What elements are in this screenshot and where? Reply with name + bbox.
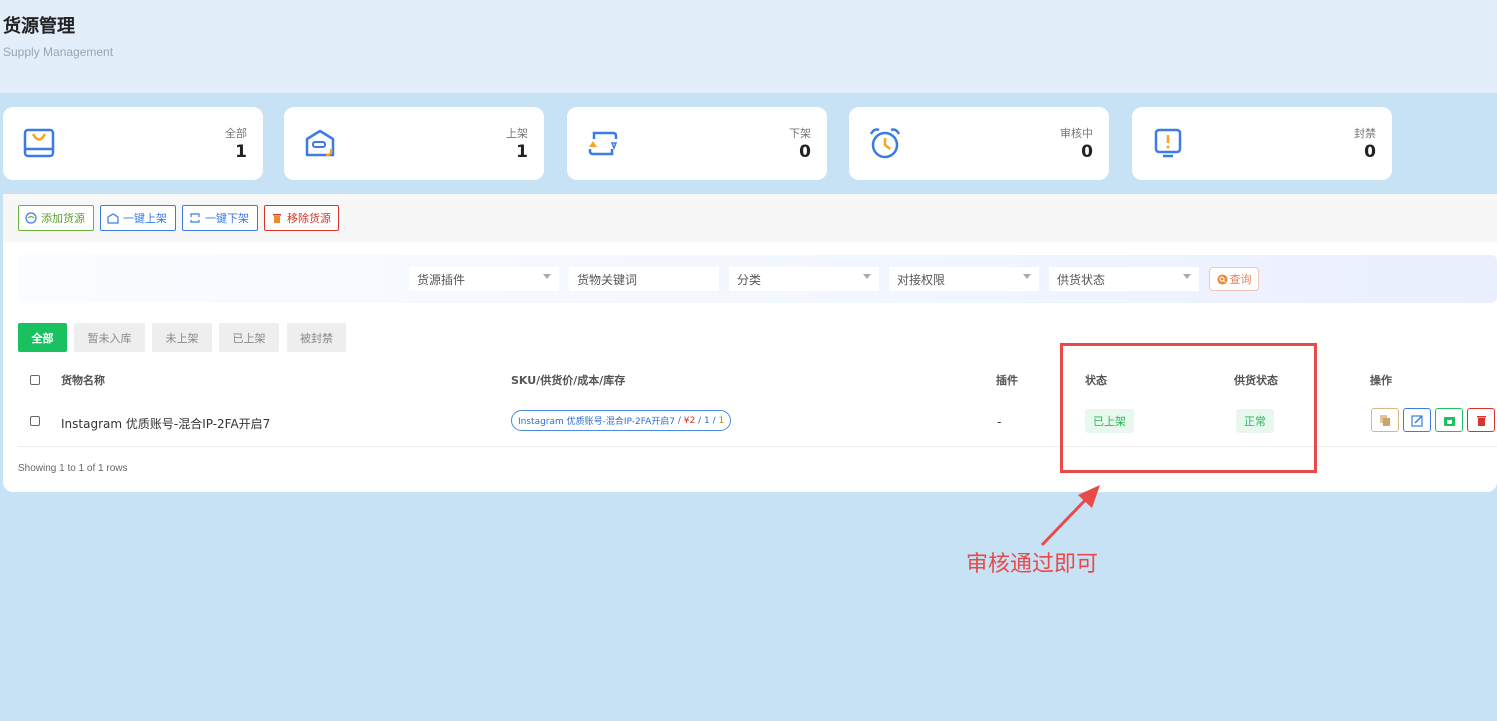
stat-value: 0 xyxy=(1364,142,1376,162)
tab-banned[interactable]: 被封禁 xyxy=(287,323,346,352)
column-header-name: 货物名称 xyxy=(61,374,105,387)
sku-separator: / xyxy=(709,415,719,426)
bag-icon xyxy=(23,128,55,158)
page-header: 货源管理 Supply Management xyxy=(0,0,1497,93)
edit-button[interactable] xyxy=(1403,408,1431,432)
copy-icon xyxy=(1379,414,1390,426)
column-header-actions: 操作 xyxy=(1370,374,1392,387)
chevron-down-icon xyxy=(1023,274,1031,279)
trash-icon xyxy=(1476,415,1486,426)
plugin-value: - xyxy=(997,415,1002,429)
sku-separator: / xyxy=(675,415,684,426)
remove-supply-button[interactable]: 移除货源 xyxy=(264,205,339,231)
stat-label: 封禁 xyxy=(1354,127,1376,140)
search-icon xyxy=(1216,273,1228,285)
list-all-label: 一键上架 xyxy=(123,212,167,225)
sku-price: ¥2 xyxy=(683,415,696,426)
list-all-button[interactable]: 一键上架 xyxy=(100,205,176,231)
trash-icon xyxy=(273,214,281,223)
query-label: 查询 xyxy=(1229,273,1252,286)
add-supply-button[interactable]: 添加货源 xyxy=(18,205,94,231)
plugin-select[interactable]: 货源插件 xyxy=(409,267,559,291)
stat-card-reviewing[interactable]: 审核中 0 xyxy=(849,107,1109,180)
globe-icon xyxy=(25,212,37,224)
stat-card-banned[interactable]: 封禁 0 xyxy=(1132,107,1392,180)
stat-value: 0 xyxy=(1081,142,1093,162)
plugin-select-text: 货源插件 xyxy=(417,272,466,287)
box-up-icon xyxy=(305,129,335,157)
edit-icon xyxy=(1410,414,1423,427)
refresh-down-icon xyxy=(588,131,618,156)
chevron-down-icon xyxy=(1183,274,1191,279)
delist-all-button[interactable]: 一键下架 xyxy=(182,205,258,231)
annotation-highlight-box xyxy=(1060,343,1317,473)
box-up-icon xyxy=(107,213,119,224)
permission-select-text: 对接权限 xyxy=(897,272,946,287)
chevron-down-icon xyxy=(543,274,551,279)
query-button[interactable]: 查询 xyxy=(1209,267,1259,291)
stat-value: 1 xyxy=(235,142,247,162)
alert-square-icon xyxy=(1154,128,1182,158)
stat-card-delisted[interactable]: 下架 0 xyxy=(567,107,827,180)
stat-value: 1 xyxy=(516,142,528,162)
toolbar: 添加货源 一键上架 一键下架 移除货源 xyxy=(3,194,1497,242)
tab-listed[interactable]: 已上架 xyxy=(219,323,279,352)
delete-button[interactable] xyxy=(1467,408,1495,432)
stat-label: 上架 xyxy=(506,127,528,140)
row-checkbox[interactable] xyxy=(30,416,40,426)
keyword-input[interactable]: 货物关键词 xyxy=(569,267,719,291)
page-title: 货源管理 xyxy=(3,16,75,37)
stat-label: 下架 xyxy=(789,127,811,140)
delist-all-label: 一键下架 xyxy=(205,212,249,225)
stat-label: 全部 xyxy=(225,127,247,140)
copy-button[interactable] xyxy=(1371,408,1399,432)
category-select[interactable]: 分类 xyxy=(729,267,879,291)
stat-card-all[interactable]: 全部 1 xyxy=(3,107,263,180)
tab-not-listed[interactable]: 未上架 xyxy=(152,323,212,352)
store-icon xyxy=(1443,416,1455,426)
store-button[interactable] xyxy=(1435,408,1463,432)
sku-name: Instagram 优质账号-混合IP-2FA开启7 xyxy=(518,417,675,427)
page-subtitle: Supply Management xyxy=(3,45,114,59)
keyword-placeholder: 货物关键词 xyxy=(577,272,638,287)
remove-supply-label: 移除货源 xyxy=(287,212,331,225)
column-header-sku: SKU/供货价/成本/库存 xyxy=(511,374,626,387)
refresh-down-icon xyxy=(190,213,200,223)
stat-value: 0 xyxy=(799,142,811,162)
stat-card-listed[interactable]: 上架 1 xyxy=(284,107,544,180)
goods-name: Instagram 优质账号-混合IP-2FA开启7 xyxy=(61,417,271,431)
select-all-checkbox[interactable] xyxy=(30,375,40,385)
sku-separator: / xyxy=(695,415,704,426)
supply-status-select-text: 供货状态 xyxy=(1057,272,1106,287)
filter-bar: 货源插件 货物关键词 分类 对接权限 供货状态 查询 xyxy=(18,255,1497,303)
permission-select[interactable]: 对接权限 xyxy=(889,267,1039,291)
sku-stock: 1 xyxy=(718,415,725,426)
chevron-down-icon xyxy=(863,274,871,279)
stat-label: 审核中 xyxy=(1060,127,1093,140)
tab-not-stocked[interactable]: 暂未入库 xyxy=(74,323,145,352)
column-header-plugin: 插件 xyxy=(996,374,1018,387)
add-supply-label: 添加货源 xyxy=(41,212,85,225)
supply-status-select[interactable]: 供货状态 xyxy=(1049,267,1199,291)
annotation-text: 审核通过即可 xyxy=(966,552,1099,577)
category-select-text: 分类 xyxy=(737,272,762,287)
pagination-info: Showing 1 to 1 of 1 rows xyxy=(18,463,128,474)
tab-all[interactable]: 全部 xyxy=(18,323,67,352)
alarm-clock-icon xyxy=(869,128,901,159)
sku-tag[interactable]: Instagram 优质账号-混合IP-2FA开启7 / ¥2 / 1 / 1 xyxy=(511,410,732,431)
